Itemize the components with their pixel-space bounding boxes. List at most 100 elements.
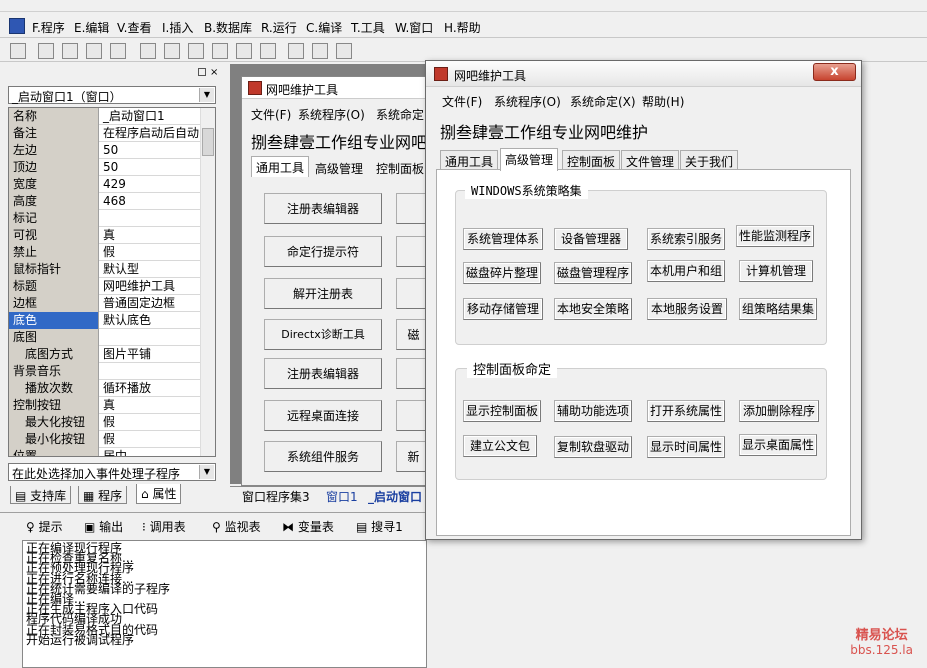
menu-database[interactable]: B.数据库 [204, 19, 252, 36]
prop-row-maxbutton[interactable]: 最大化按钮假 [9, 414, 201, 431]
menu-view[interactable]: V.查看 [117, 19, 151, 36]
menu-run[interactable]: R.运行 [261, 19, 297, 36]
device-manager-button[interactable]: 设备管理器 [554, 228, 628, 250]
tab-support-library[interactable]: ▤ 支持库 [10, 486, 72, 504]
prop-value[interactable]: 图片平铺 [101, 346, 201, 363]
dialog-tab-control[interactable]: 控制面板 [562, 150, 621, 170]
output-log[interactable]: 正在编译现行程序 正在检查重复名称... 正在预处理现行程序 正在进行名称连接.… [22, 540, 427, 668]
prop-row-name[interactable]: 名称 _启动窗口1 [9, 108, 201, 125]
center-horizontal-icon[interactable] [288, 43, 304, 59]
prop-row-disabled[interactable]: 禁止假 [9, 244, 201, 261]
prop-row-tag[interactable]: 标记 [9, 210, 201, 227]
prop-value[interactable]: 网吧维护工具 [101, 278, 201, 295]
prop-value[interactable]: 默认底色 [101, 312, 201, 329]
design-menu-sysprog[interactable]: 系统程序(O) [298, 106, 365, 123]
prop-row-height[interactable]: 高度 468 [9, 193, 201, 210]
disk-manage-button[interactable]: 磁盘管理程序 [554, 262, 632, 284]
prop-value[interactable] [101, 210, 201, 227]
align-top-icon[interactable] [110, 43, 126, 59]
index-service-button[interactable]: 系统索引服务 [647, 228, 725, 250]
prop-value[interactable]: 循环播放 [101, 380, 201, 397]
accessibility-button[interactable]: 辅助功能选项 [554, 400, 632, 422]
prop-value[interactable]: 假 [101, 414, 201, 431]
prop-value[interactable]: 居中 [101, 448, 201, 456]
component-services-button[interactable]: 系统组件服务 [264, 441, 382, 472]
tab-properties[interactable]: ⌂ 属性 [136, 484, 182, 504]
regedit-button[interactable]: 注册表编辑器 [264, 193, 382, 224]
prop-value[interactable]: 在程序启动后自动 [101, 125, 201, 142]
prop-value[interactable] [101, 363, 201, 380]
rsop-button[interactable]: 组策略结果集 [739, 298, 817, 320]
menu-help[interactable]: H.帮助 [444, 19, 481, 36]
menu-insert[interactable]: I.插入 [162, 19, 193, 36]
prop-value[interactable]: 默认型 [101, 261, 201, 278]
prop-value[interactable] [101, 329, 201, 346]
doc-tab-startup-window[interactable]: _启动窗口 [368, 488, 422, 505]
event-select[interactable]: 在此处选择加入事件处理子程序 ▼ [8, 463, 216, 481]
close-button[interactable]: x [813, 63, 856, 81]
prop-row-bgmusic[interactable]: 背景音乐 [9, 363, 201, 380]
chevron-down-icon[interactable]: ▼ [199, 88, 214, 102]
tab-program[interactable]: ▦ 程序 [78, 486, 128, 504]
design-tab-control[interactable]: 控制面板 [372, 158, 428, 179]
prop-row-width[interactable]: 宽度 429 [9, 176, 201, 193]
scroll-thumb[interactable] [202, 128, 214, 156]
cmd-button[interactable]: 命定行提示符 [264, 236, 382, 267]
align-right-icon[interactable] [86, 43, 102, 59]
prop-value[interactable]: 468 [101, 193, 201, 210]
dialog-menu-help[interactable]: 帮助(H) [642, 93, 684, 110]
prop-row-visible[interactable]: 可视真 [9, 227, 201, 244]
menu-tools[interactable]: T.工具 [351, 19, 385, 36]
prop-value[interactable]: 假 [101, 431, 201, 448]
space-vertical-icon[interactable] [260, 43, 276, 59]
tab-variables[interactable]: ⧓ 变量表 [282, 518, 334, 535]
prop-row-minbutton[interactable]: 最小化按钮假 [9, 431, 201, 448]
tab-watch[interactable]: ⚲ 监视表 [212, 518, 261, 535]
menu-program[interactable]: F.程序 [32, 19, 65, 36]
local-security-button[interactable]: 本地安全策略 [554, 298, 632, 320]
prop-row-playcount[interactable]: 播放次数 循环播放 [9, 380, 201, 397]
same-size-icon[interactable] [236, 43, 252, 59]
dialog-menu-syscmd[interactable]: 系统命定(X) [570, 93, 636, 110]
prop-value[interactable]: 50 [101, 159, 201, 176]
prop-row-title[interactable]: 标题 网吧维护工具 [9, 278, 201, 295]
prop-row-bgimage-mode[interactable]: 底图方式 图片平铺 [9, 346, 201, 363]
briefcase-button[interactable]: 建立公文包 [463, 435, 537, 457]
prop-row-bgimage[interactable]: 底图 [9, 329, 201, 346]
copy-floppy-button[interactable]: 复制软盘驱动 [554, 436, 632, 458]
regedit2-button[interactable]: 注册表编辑器 [264, 358, 382, 389]
dialog-tab-advanced[interactable]: 高级管理 [500, 148, 559, 171]
add-remove-programs-button[interactable]: 添加删除程序 [739, 400, 819, 422]
prop-value[interactable]: _启动窗口1 [101, 108, 201, 125]
doc-tab-window1[interactable]: 窗口1 [326, 488, 358, 505]
same-width-icon[interactable] [188, 43, 204, 59]
show-control-panel-button[interactable]: 显示控制面板 [463, 400, 541, 422]
design-menu-file[interactable]: 文件(F) [251, 106, 291, 123]
removable-storage-button[interactable]: 移动存储管理 [463, 298, 543, 320]
prop-value[interactable]: 429 [101, 176, 201, 193]
prop-row-left[interactable]: 左边 50 [9, 142, 201, 159]
align-left-icon[interactable] [38, 43, 54, 59]
dialog-menu-sysprog[interactable]: 系统程序(O) [494, 93, 561, 110]
desktop-properties-button[interactable]: 显示桌面属性 [739, 434, 817, 456]
local-users-button[interactable]: 本机用户和组 [647, 260, 725, 282]
menu-window[interactable]: W.窗口 [395, 19, 433, 36]
design-menu-syscmd[interactable]: 系统命定 [376, 106, 424, 123]
prop-value[interactable]: 普通固定边框 [101, 295, 201, 312]
local-services-button[interactable]: 本地服务设置 [647, 298, 727, 320]
prop-row-bgcolor[interactable]: 底色 默认底色 [9, 312, 201, 329]
design-tab-general[interactable]: 通用工具 [251, 156, 309, 177]
same-height-icon[interactable] [212, 43, 228, 59]
tab-output[interactable]: ▣ 输出 [84, 518, 123, 535]
align-bottom-icon[interactable] [164, 43, 180, 59]
dialog-tab-general[interactable]: 通用工具 [440, 150, 499, 170]
prop-value[interactable]: 50 [101, 142, 201, 159]
dialog-titlebar[interactable]: 网吧维护工具 x [426, 61, 861, 87]
center-vertical-icon[interactable] [312, 43, 328, 59]
sys-manage-button[interactable]: 系统管理体系 [463, 228, 543, 250]
prop-row-position[interactable]: 位置 居中 [9, 448, 201, 456]
prop-row-cursor[interactable]: 鼠标指针 默认型 [9, 261, 201, 278]
prop-row-border[interactable]: 边框 普通固定边框 [9, 295, 201, 312]
grid-icon[interactable] [10, 43, 26, 59]
system-properties-button[interactable]: 打开系统属性 [647, 400, 725, 422]
